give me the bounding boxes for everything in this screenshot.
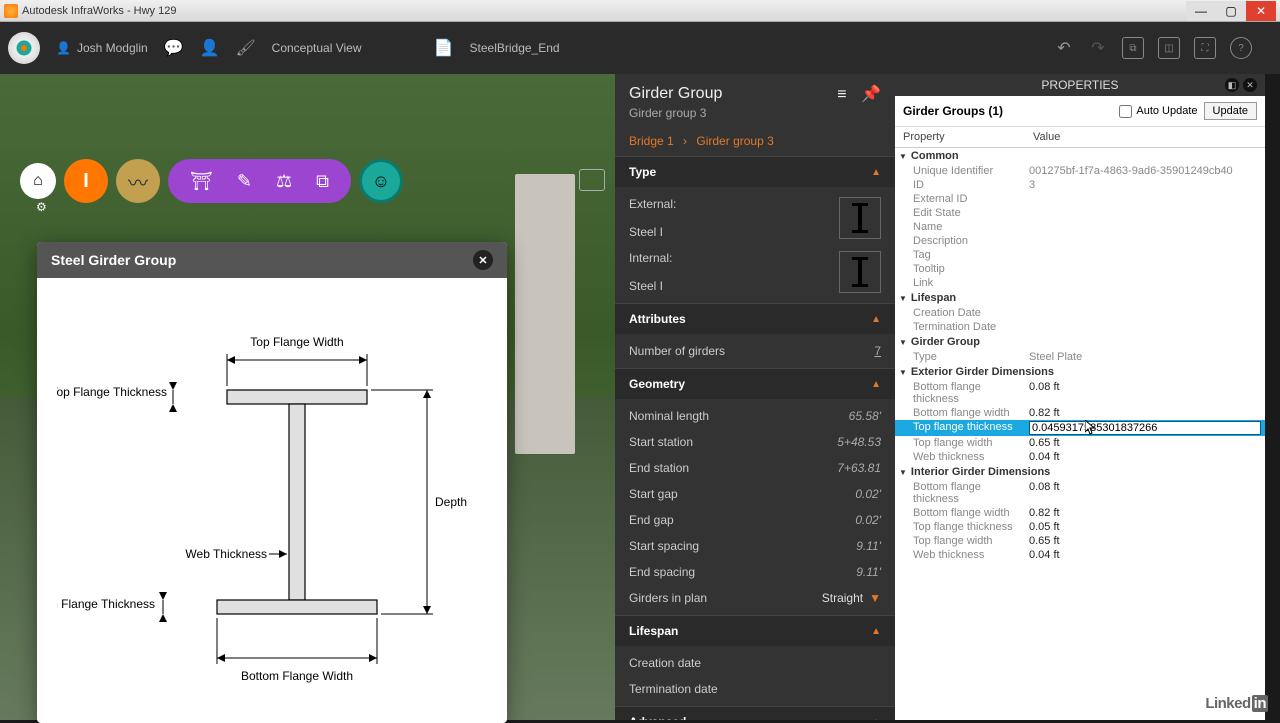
undo-icon[interactable]: ↶ — [1054, 38, 1074, 58]
svg-text:Web Thickness: Web Thickness — [185, 547, 267, 561]
fullscreen-icon[interactable]: ⛶ — [1194, 37, 1216, 59]
top-flange-thickness-row[interactable]: Top flange thickness — [895, 420, 1265, 436]
breadcrumb-group[interactable]: Girder group 3 — [696, 134, 773, 148]
properties-panel: PROPERTIES ◧ ✕ Girder Groups (1) Auto Up… — [895, 74, 1265, 720]
linkedin-watermark: Linkedin — [1205, 695, 1268, 712]
bridge-pier — [515, 174, 575, 454]
bridge-tools-group: ⛩ ✎ ⚖ ⧉ — [168, 159, 351, 203]
proposal-icon[interactable]: 📄 — [434, 38, 454, 58]
svg-text:Top Flange Width: Top Flange Width — [250, 335, 343, 349]
window-title: Autodesk InfraWorks - Hwy 129 — [22, 5, 1186, 17]
section-lifespan[interactable]: Lifespan▲ — [615, 615, 895, 646]
svg-text:Depth: Depth — [435, 495, 467, 509]
top-flange-thickness-input[interactable] — [1029, 421, 1261, 435]
user-label[interactable]: 👤 Josh Modglin — [56, 41, 148, 55]
menu-icon[interactable]: ≡ — [837, 86, 846, 103]
panel-close-icon[interactable]: ✕ — [1243, 78, 1257, 92]
pg-group-common[interactable]: ▼Common — [895, 148, 1265, 164]
property-grid-header: Property Value — [895, 127, 1265, 148]
pg-group-lifespan[interactable]: ▼Lifespan — [895, 290, 1265, 306]
breadcrumb: Bridge 1 › Girder group 3 — [615, 130, 895, 156]
internal-girder-icon[interactable] — [839, 251, 881, 293]
svg-text:Bottom Flange Thickness: Bottom Flange Thickness — [57, 597, 155, 611]
auto-update-checkbox[interactable]: Auto Update — [1119, 105, 1197, 118]
view-mode-label[interactable]: Conceptual View — [272, 41, 362, 55]
panel-dock-icon[interactable]: ◧ — [1225, 78, 1239, 92]
duplicate-icon[interactable]: ⧉ — [1122, 37, 1144, 59]
viewport-3d[interactable]: ⌂ I 〰 ⛩ ✎ ⚖ ⧉ ☺ ⚙ Steel Girder Group ✕ — [0, 74, 615, 720]
analysis-tool-button[interactable]: ☺ — [359, 159, 403, 203]
inspector-subtitle: Girder group 3 — [629, 106, 881, 120]
settings-gear-icon[interactable]: ⚙ — [36, 200, 47, 214]
section-advanced[interactable]: Advanced▲ — [615, 706, 895, 720]
app-icon — [4, 4, 18, 18]
roads-tool-button[interactable]: 〰 — [116, 159, 160, 203]
main-toolbar: 👤 Josh Modglin 💬 👤 🖌 Conceptual View 📄 S… — [0, 22, 1280, 74]
external-girder-icon[interactable] — [839, 197, 881, 239]
person-icon[interactable]: 👤 — [200, 38, 220, 58]
steel-girder-panel: Steel Girder Group ✕ Top Flange Width T — [37, 242, 507, 723]
properties-title: PROPERTIES — [1041, 78, 1118, 92]
window-maximize-button[interactable]: ▢ — [1216, 1, 1246, 21]
split-view-icon[interactable]: ◫ — [1158, 37, 1180, 59]
inspector-panel: Girder Group ≡ 📌 Girder group 3 Bridge 1… — [615, 74, 895, 720]
app-logo-button[interactable] — [8, 32, 40, 64]
proposal-label[interactable]: SteelBridge_End — [470, 41, 560, 55]
num-girders-value[interactable]: 7 — [874, 344, 881, 358]
present-icon[interactable] — [579, 169, 605, 191]
section-type[interactable]: Type▲ — [615, 156, 895, 187]
svg-text:Bottom Flange Width: Bottom Flange Width — [241, 669, 353, 683]
pin-icon[interactable]: 📌 — [861, 86, 881, 103]
user-icon: 👤 — [56, 41, 71, 55]
chat-icon[interactable]: 💬 — [164, 38, 184, 58]
update-button[interactable]: Update — [1204, 102, 1257, 120]
pg-group-exterior[interactable]: ▼Exterior Girder Dimensions — [895, 364, 1265, 380]
section-attributes[interactable]: Attributes▲ — [615, 303, 895, 334]
girder-panel-title: Steel Girder Group — [51, 252, 176, 268]
model-builder-button[interactable]: I — [64, 159, 108, 203]
svg-text:Top Flange Thickness: Top Flange Thickness — [57, 385, 167, 399]
window-titlebar: Autodesk InfraWorks - Hwy 129 — ▢ ✕ — [0, 0, 1280, 22]
pg-group-girder[interactable]: ▼Girder Group — [895, 334, 1265, 350]
ibeam-diagram: Top Flange Width Top Flange Thickness We… — [57, 298, 477, 698]
window-close-button[interactable]: ✕ — [1246, 1, 1276, 21]
inspector-title: Girder Group — [629, 85, 722, 103]
breadcrumb-bridge[interactable]: Bridge 1 — [629, 134, 674, 148]
copy-icon[interactable]: ⧉ — [316, 171, 329, 192]
pg-group-interior[interactable]: ▼Interior Girder Dimensions — [895, 464, 1265, 480]
section-geometry[interactable]: Geometry▲ — [615, 368, 895, 399]
home-tool-button[interactable]: ⌂ — [20, 163, 56, 199]
redo-icon[interactable]: ↷ — [1088, 38, 1108, 58]
girders-in-plan-select[interactable]: Straight▼ — [822, 591, 881, 605]
brush-icon[interactable]: 🖌 — [236, 38, 256, 58]
help-icon[interactable]: ? — [1230, 37, 1252, 59]
edit-icon[interactable]: ✎ — [237, 171, 252, 192]
balance-icon[interactable]: ⚖ — [276, 171, 292, 192]
properties-group-title: Girder Groups (1) — [903, 104, 1119, 118]
girder-panel-close-button[interactable]: ✕ — [473, 250, 493, 270]
bridge-icon[interactable]: ⛩ — [190, 171, 213, 192]
window-minimize-button[interactable]: — — [1186, 1, 1216, 21]
